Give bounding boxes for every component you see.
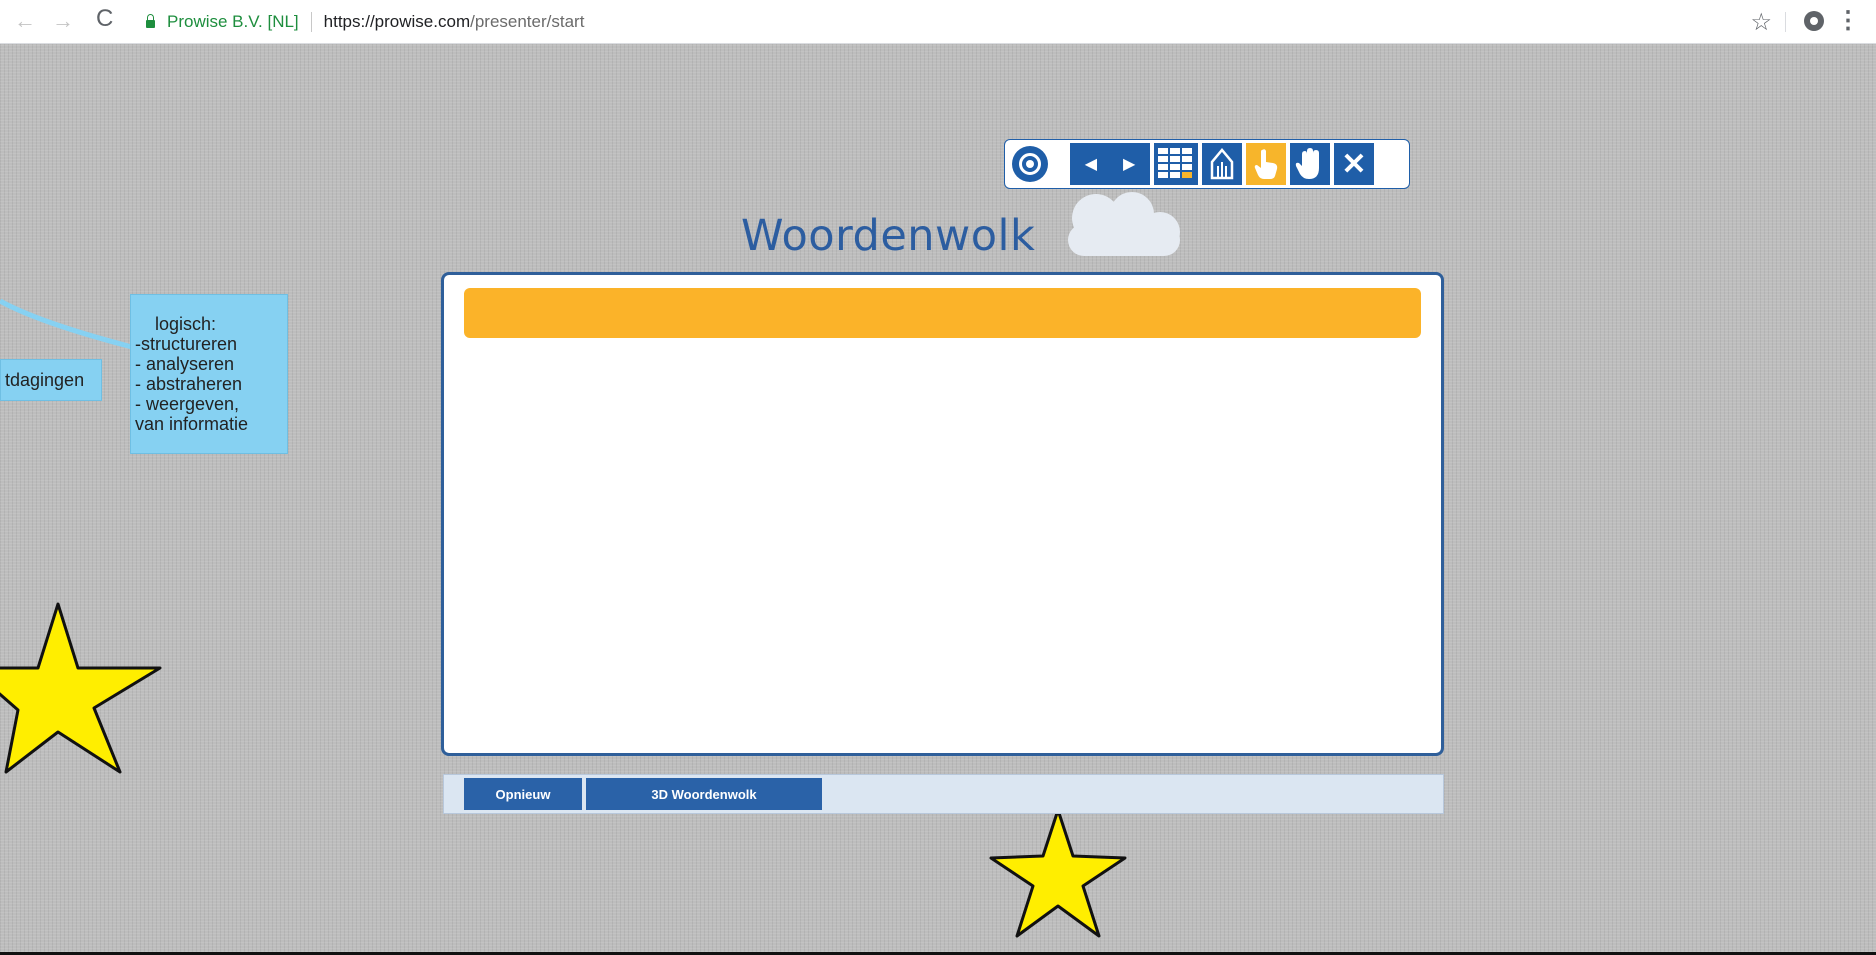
3d-word-cloud-button[interactable]: 3D Woordenwolk [586, 778, 822, 810]
pointer-button[interactable] [1246, 143, 1286, 185]
previous-icon[interactable]: ◀ [1085, 154, 1097, 174]
mindmap-node-left[interactable]: tdagingen [0, 359, 102, 401]
word-input-field[interactable] [464, 288, 1421, 338]
mindmap-node-logisch[interactable]: logisch: -structureren - analyseren - ab… [130, 294, 288, 454]
pen-button[interactable] [1202, 143, 1242, 185]
prowise-logo-button[interactable] [1008, 143, 1052, 185]
opnieuw-button[interactable]: Opnieuw [464, 778, 582, 810]
grid-button[interactable] [1154, 143, 1198, 185]
close-icon: ✕ [1341, 147, 1367, 181]
address-separator [310, 11, 312, 32]
page-navigation: ◀ ▶ [1070, 143, 1150, 185]
node-line: - abstraheren [135, 374, 243, 394]
bookmark-star-icon[interactable]: ☆ [1750, 8, 1772, 37]
browser-toolbar: ← → C Prowise B.V. [NL] https://prowise.… [0, 0, 1876, 44]
extension-icon[interactable] [1804, 11, 1824, 31]
address-bar[interactable]: Prowise B.V. [NL] https://prowise.com /p… [146, 0, 584, 43]
browser-menu-button[interactable]: ⋮ [1836, 6, 1860, 35]
hand-icon [1295, 148, 1319, 179]
node-line: - analyseren [135, 354, 235, 374]
grid-icon [1158, 148, 1192, 178]
mindmap-connector [0, 298, 133, 350]
page-title: Woordenwolk [741, 211, 1036, 261]
hand-button[interactable] [1290, 143, 1330, 185]
pointer-icon [1254, 149, 1278, 179]
site-identity[interactable]: Prowise B.V. [NL] [167, 12, 299, 32]
url-path: /presenter/start [470, 11, 585, 31]
node-line: van informatie [135, 414, 249, 434]
word-cloud-panel [441, 272, 1444, 756]
reload-button[interactable]: C [96, 7, 113, 31]
url-host: https://prowise.com [323, 11, 471, 31]
star-shape-left[interactable] [0, 600, 170, 780]
node-line: -structureren [135, 334, 238, 354]
close-button[interactable]: ✕ [1334, 143, 1374, 185]
widget-footer: Opnieuw 3D Woordenwolk [443, 774, 1444, 814]
node-line: logisch: [155, 314, 217, 334]
lock-icon [146, 13, 155, 28]
mindmap-node-left-text: tdagingen [5, 370, 85, 390]
pen-icon [1210, 148, 1234, 180]
presenter-toolbar: ◀ ▶ ✕ [1004, 139, 1410, 189]
forward-button[interactable]: → [52, 9, 74, 33]
toolbar-divider [1785, 12, 1786, 32]
next-icon[interactable]: ▶ [1123, 154, 1135, 174]
back-button[interactable]: ← [14, 9, 36, 33]
prowise-logo-icon [1012, 146, 1048, 182]
node-line: - weergeven, [135, 394, 240, 414]
cloud-icon [1068, 192, 1180, 256]
star-shape-bottom[interactable] [985, 806, 1130, 941]
